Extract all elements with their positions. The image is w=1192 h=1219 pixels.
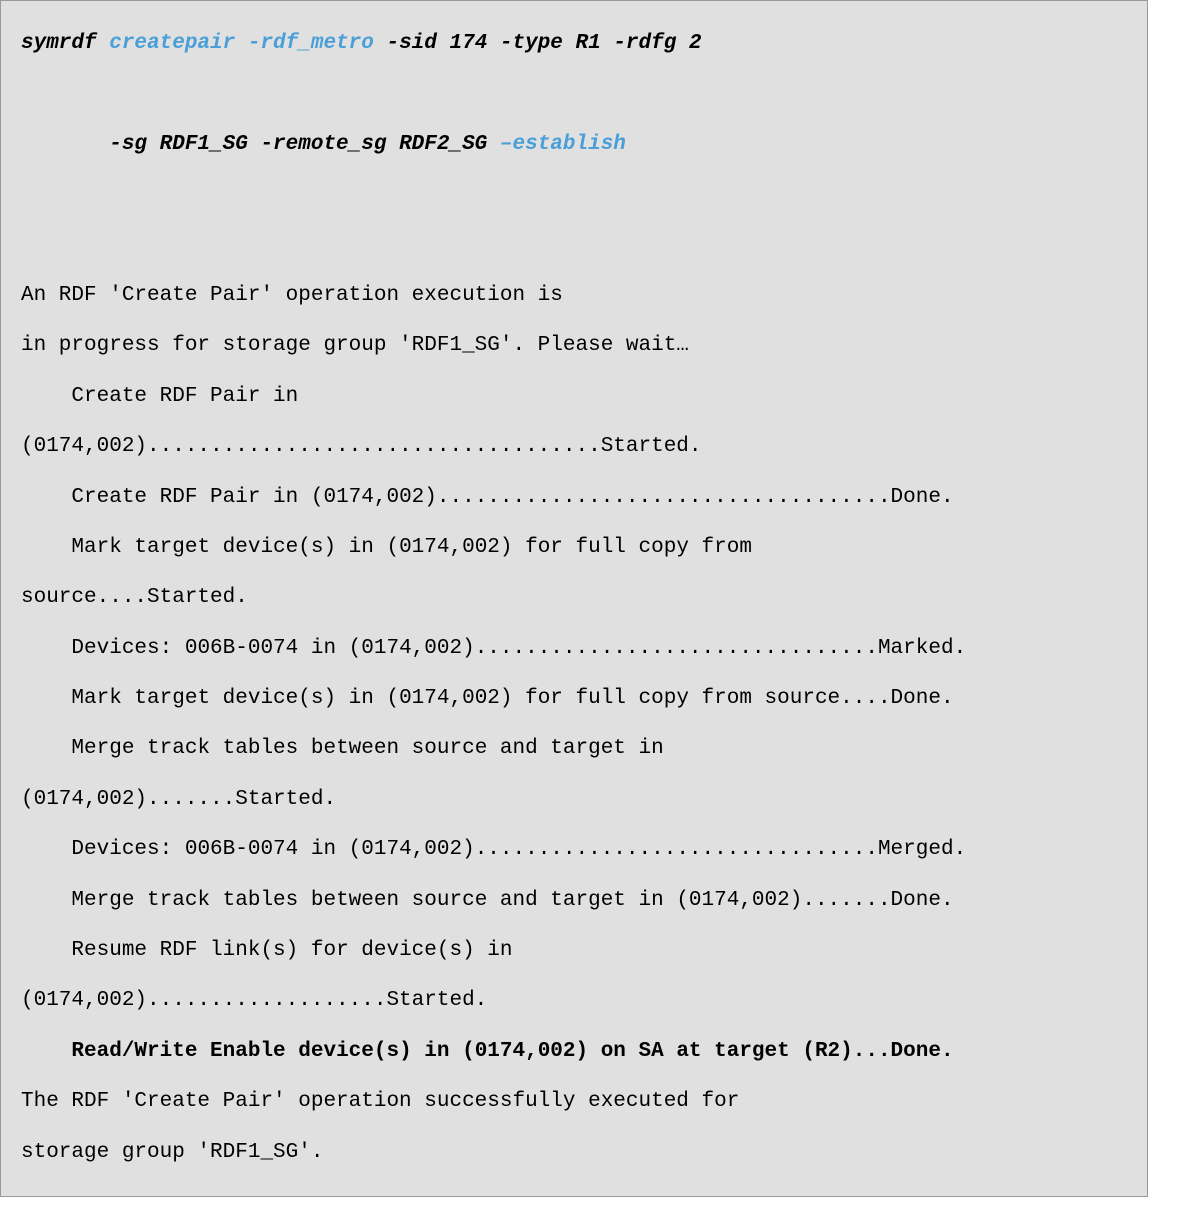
command-line-1: symrdf createpair -rdf_metro -sid 174 -t… (21, 32, 702, 55)
output-line-7: Mark target device(s) in (0174,002) for … (21, 687, 954, 710)
output-line-3: Create RDF Pair in (0174,002)...........… (21, 385, 702, 458)
output-line-1: An RDF 'Create Pair' operation execution… (21, 284, 563, 307)
output-line-6: Devices: 006B-0074 in (0174,002)........… (21, 637, 966, 660)
output-line-5: Mark target device(s) in (0174,002) for … (21, 536, 752, 609)
output-line-9: Devices: 006B-0074 in (0174,002)........… (21, 838, 966, 861)
output-line-12-readwrite-enable: Read/Write Enable device(s) in (0174,002… (21, 1040, 954, 1063)
output-line-14: storage group 'RDF1_SG'. (21, 1141, 323, 1164)
cmd-prefix: symrdf (21, 32, 109, 55)
output-line-13: The RDF 'Create Pair' operation successf… (21, 1090, 739, 1113)
output-line-2: in progress for storage group 'RDF1_SG'.… (21, 334, 689, 357)
output-line-8: Merge track tables between source and ta… (21, 737, 664, 810)
cmd-establish: –establish (500, 133, 626, 156)
terminal-output-block: symrdf createpair -rdf_metro -sid 174 -t… (0, 0, 1148, 1197)
output-line-10: Merge track tables between source and ta… (21, 889, 954, 912)
output-line-11: Resume RDF link(s) for device(s) in (017… (21, 939, 513, 1012)
cmd-args-2: -sg RDF1_SG -remote_sg RDF2_SG (21, 133, 500, 156)
command-line-2: -sg RDF1_SG -remote_sg RDF2_SG –establis… (21, 133, 626, 156)
cmd-createpair: createpair -rdf_metro (109, 32, 374, 55)
cmd-args-1: -sid 174 -type R1 -rdfg 2 (374, 32, 702, 55)
output-line-4: Create RDF Pair in (0174,002)...........… (21, 486, 954, 509)
